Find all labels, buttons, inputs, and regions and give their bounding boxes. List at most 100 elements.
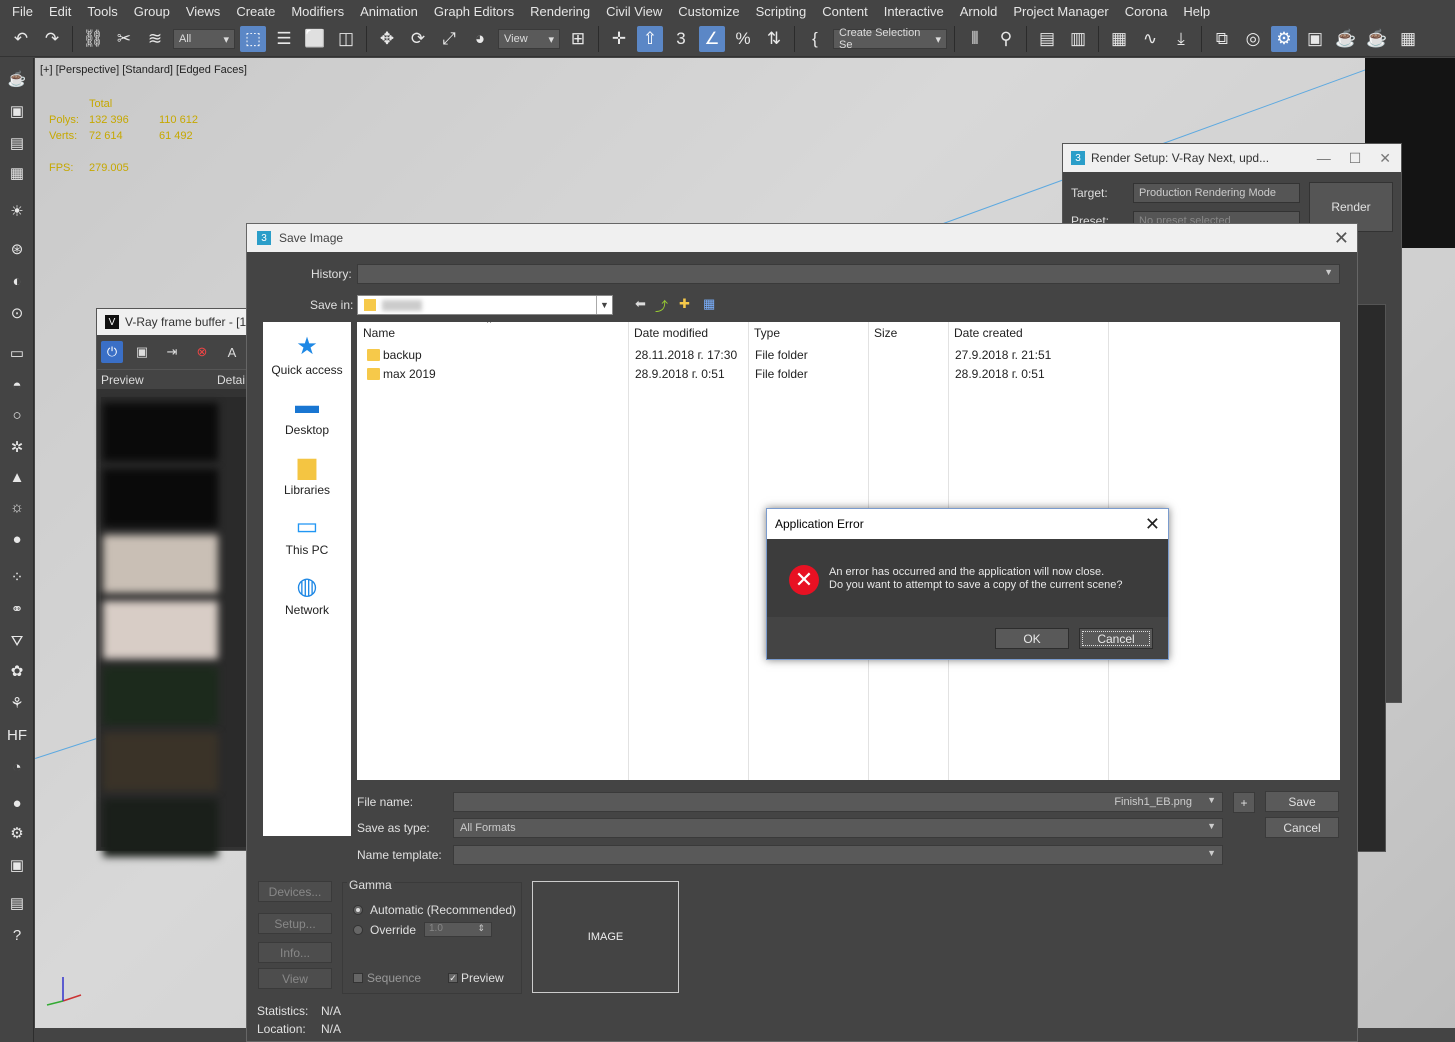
place-this-pc[interactable]: ▭ This PC [263,512,351,558]
sequence-checkbox[interactable] [353,973,363,983]
menu-create[interactable]: Create [228,4,283,19]
render-setup-titlebar[interactable]: 3 Render Setup: V-Ray Next, upd... — ☐ ✕ [1063,144,1401,172]
percent-snap-icon[interactable]: % [730,26,756,52]
remove-icon[interactable]: ⊗ [191,341,213,363]
new-folder-icon[interactable]: ✚ [679,296,690,312]
dope-sheet-icon[interactable]: ⤓ [1168,26,1194,52]
power-icon[interactable]: ⏻ [101,341,123,363]
back-icon[interactable]: ⬅ [635,296,646,312]
place-desktop[interactable]: ▬ Desktop [263,392,351,437]
render-setup-icon[interactable]: ⚙ [1271,26,1297,52]
render-frame-icon[interactable]: ▣ [5,100,29,122]
angle-snap-icon[interactable]: ∠ [699,26,725,52]
named-selection-dropdown[interactable]: Create Selection Se ▾ [833,27,947,51]
scale-icon[interactable]: ⤢ [436,26,462,52]
file-row[interactable]: max 2019 28.9.2018 г. 0:51 File folder 2… [357,365,1340,384]
menu-customize[interactable]: Customize [670,4,747,19]
ok-button[interactable]: OK [995,628,1069,649]
menu-scripting[interactable]: Scripting [748,4,815,19]
menu-group[interactable]: Group [126,4,178,19]
history-thumbnail[interactable] [103,733,218,791]
add-suffix-button[interactable]: + [1233,792,1255,813]
unlink-icon[interactable]: ✂ [111,26,137,52]
edit-named-selection-icon[interactable]: { [802,26,828,52]
sphere-light-icon[interactable]: ○ [5,404,29,426]
rectangular-selection-icon[interactable]: ⬜ [302,26,328,52]
devices-button[interactable]: Devices... [258,881,332,902]
keyboard-shortcut-override-icon[interactable]: ⇧ [637,26,663,52]
place-icon[interactable]: ◕ [467,26,493,52]
render-iterative-icon[interactable]: ☕ [1364,26,1390,52]
vfb-icon[interactable]: ▣ [5,854,29,876]
globe-icon[interactable]: ● [5,792,29,814]
video-icon[interactable]: ⊙ [5,302,29,324]
menu-animation[interactable]: Animation [352,4,426,19]
viewport-label[interactable]: [+] [Perspective] [Standard] [Edged Face… [40,64,247,76]
rotate-icon[interactable]: ⟳ [405,26,431,52]
snaps-toggle-icon[interactable]: 3 [668,26,694,52]
material-editor-icon[interactable]: ◎ [1240,26,1266,52]
selection-filter-dropdown[interactable]: All ▾ [173,29,235,49]
name-template-dropdown[interactable]: ▼ [453,845,1223,865]
ies-light-icon[interactable]: ▲ [5,466,29,488]
menu-modifiers[interactable]: Modifiers [283,4,352,19]
list-icon[interactable]: ▤ [5,132,29,154]
curve-editor-icon[interactable]: ∿ [1137,26,1163,52]
decal-icon[interactable]: ◔ [5,756,29,778]
load-icon[interactable]: ⇥ [161,341,183,363]
save-in-dropdown[interactable]: ▼ [357,295,613,315]
place-network[interactable]: ◍ Network [263,572,351,618]
grass-icon[interactable]: ⚘ [5,692,29,714]
render-production-icon[interactable]: ☕ [1333,26,1359,52]
history-dropdown[interactable]: ▼ [357,264,1340,284]
menu-project-manager[interactable]: Project Manager [1005,4,1116,19]
menu-interactive[interactable]: Interactive [876,4,952,19]
column-header-date-modified[interactable]: Date modified [628,322,748,344]
view-menu-icon[interactable]: ▦ [703,296,715,312]
column-header-size[interactable]: Size [868,322,948,344]
place-libraries[interactable]: ▆ Libraries [263,452,351,498]
menu-help[interactable]: Help [1175,4,1218,19]
select-by-name-icon[interactable]: ☰ [271,26,297,52]
file-icon[interactable]: ▤ [5,892,29,914]
file-name-input[interactable]: Finish1_EB.png ▼ [453,792,1223,812]
menu-graph-editors[interactable]: Graph Editors [426,4,522,19]
window-crossing-icon[interactable]: ◫ [333,26,359,52]
hf-icon[interactable]: HF [5,724,29,746]
close-icon[interactable]: ✕ [1334,228,1349,249]
teapot-icon[interactable]: ☕ [5,68,29,90]
target-dropdown[interactable]: Production Rendering Mode [1133,183,1300,203]
physical-camera-icon[interactable]: ⛛ [5,630,29,652]
menu-corona[interactable]: Corona [1117,4,1176,19]
close-icon[interactable]: ✕ [1379,150,1391,167]
up-folder-icon[interactable]: ⤴ [655,296,668,315]
save-button[interactable]: Save [1265,791,1339,812]
save-as-type-dropdown[interactable]: All Formats ▼ [453,818,1223,838]
menu-civil-view[interactable]: Civil View [598,4,670,19]
column-header-name[interactable]: Name [357,322,627,344]
history-thumbnail[interactable] [103,799,218,857]
molecule-icon[interactable]: ⚭ [5,598,29,620]
close-icon[interactable]: ✕ [1145,514,1160,535]
spinner-snap-icon[interactable]: ⇅ [761,26,787,52]
undo-icon[interactable]: ↶ [8,26,34,52]
history-thumbnail[interactable] [103,601,218,659]
maximize-icon[interactable]: ☐ [1349,150,1362,167]
pivot-center-icon[interactable]: ⊞ [565,26,591,52]
help-icon[interactable]: ? [5,924,29,946]
align-icon[interactable]: ⚲ [993,26,1019,52]
link-icon[interactable]: ⛓ [80,26,106,52]
column-header-date-created[interactable]: Date created [948,322,1108,344]
mesh-light-icon[interactable]: ✲ [5,436,29,458]
vray-toolbar-icon[interactable]: ▦ [1395,26,1421,52]
view-button[interactable]: View [258,968,332,989]
light-icon[interactable]: ☀ [5,200,29,222]
select-manipulate-icon[interactable]: ✛ [606,26,632,52]
layer-explorer-icon[interactable]: ▥ [1065,26,1091,52]
save-icon[interactable]: ▣ [131,341,153,363]
menu-views[interactable]: Views [178,4,228,19]
preview-checkbox[interactable]: ✓ [448,973,458,983]
cancel-button[interactable]: Cancel [1079,628,1153,649]
menu-edit[interactable]: Edit [41,4,79,19]
reference-coordinate-dropdown[interactable]: View ▾ [498,29,560,49]
